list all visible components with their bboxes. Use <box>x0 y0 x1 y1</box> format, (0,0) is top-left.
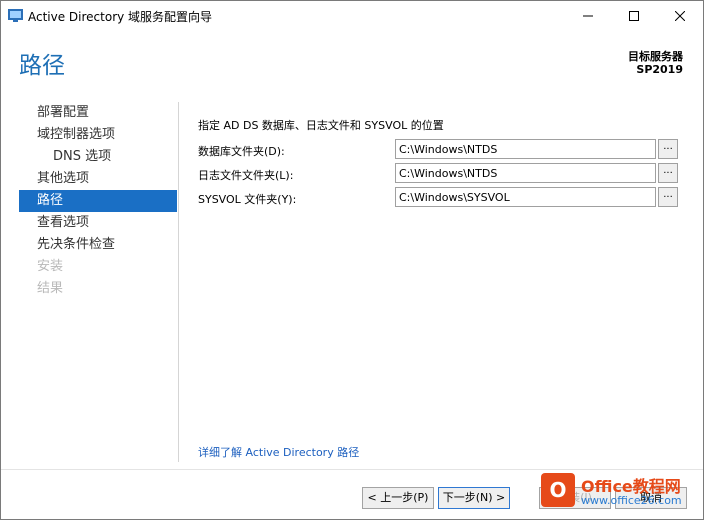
maximize-button[interactable] <box>611 1 657 31</box>
nav-step-paths[interactable]: 路径 <box>19 190 177 212</box>
paths-panel: 指定 AD DS 数据库、日志文件和 SYSVOL 的位置 数据库文件夹(D):… <box>198 117 678 207</box>
sysvol-browse-button[interactable]: ... <box>658 187 678 207</box>
database-folder-input[interactable] <box>395 139 656 159</box>
office-logo-icon: O <box>541 473 575 507</box>
database-folder-label: 数据库文件夹(D): <box>198 145 285 158</box>
nav-divider <box>178 102 179 462</box>
target-server-value: SP2019 <box>636 63 683 76</box>
wizard-window: Active Directory 域服务配置向导 路径 目标服务器 SP2019… <box>0 0 704 520</box>
title-bar[interactable]: Active Directory 域服务配置向导 <box>1 1 703 31</box>
watermark-url: www.office26.com <box>581 494 682 507</box>
server-manager-icon <box>8 9 23 22</box>
wizard-header: 路径 目标服务器 SP2019 <box>1 32 703 90</box>
target-server-label: 目标服务器 <box>628 50 683 63</box>
close-button[interactable] <box>657 1 703 31</box>
database-folder-row: 数据库文件夹(D): ... <box>198 139 682 161</box>
minimize-button[interactable] <box>565 1 611 31</box>
nav-step-additional-options[interactable]: 其他选项 <box>19 168 177 190</box>
window-title: Active Directory 域服务配置向导 <box>28 10 213 24</box>
nav-step-installation: 安装 <box>37 259 64 274</box>
log-browse-button[interactable]: ... <box>658 163 678 183</box>
page-title: 路径 <box>19 52 65 78</box>
log-folder-label: 日志文件文件夹(L): <box>198 169 294 182</box>
nav-step-dns-options[interactable]: DNS 选项 <box>19 146 177 168</box>
database-browse-button[interactable]: ... <box>658 139 678 159</box>
watermark: O Office教程网 www.office26.com <box>541 471 703 519</box>
previous-button[interactable]: < 上一步(P) <box>362 487 434 509</box>
nav-step-prerequisites[interactable]: 先决条件检查 <box>19 234 177 256</box>
sysvol-folder-input[interactable] <box>395 187 656 207</box>
wizard-steps-nav: 部署配置 域控制器选项 DNS 选项 其他选项 路径 查看选项 先决条件检查 安… <box>19 102 177 300</box>
close-icon <box>675 11 685 21</box>
nav-step-deployment[interactable]: 部署配置 <box>19 102 177 124</box>
next-button[interactable]: 下一步(N) > <box>438 487 510 509</box>
log-folder-row: 日志文件文件夹(L): ... <box>198 163 682 185</box>
minimize-icon <box>583 15 593 17</box>
nav-step-review-options[interactable]: 查看选项 <box>19 212 177 234</box>
nav-step-results: 结果 <box>37 281 64 296</box>
instruction-text: 指定 AD DS 数据库、日志文件和 SYSVOL 的位置 <box>198 119 444 132</box>
sysvol-folder-label: SYSVOL 文件夹(Y): <box>198 193 297 206</box>
log-folder-input[interactable] <box>395 163 656 183</box>
learn-more-link[interactable]: 详细了解 Active Directory 路径 <box>198 444 359 460</box>
sysvol-folder-row: SYSVOL 文件夹(Y): ... <box>198 187 682 209</box>
footer-divider <box>1 469 703 470</box>
nav-step-dc-options[interactable]: 域控制器选项 <box>19 124 177 146</box>
maximize-icon <box>629 11 639 21</box>
